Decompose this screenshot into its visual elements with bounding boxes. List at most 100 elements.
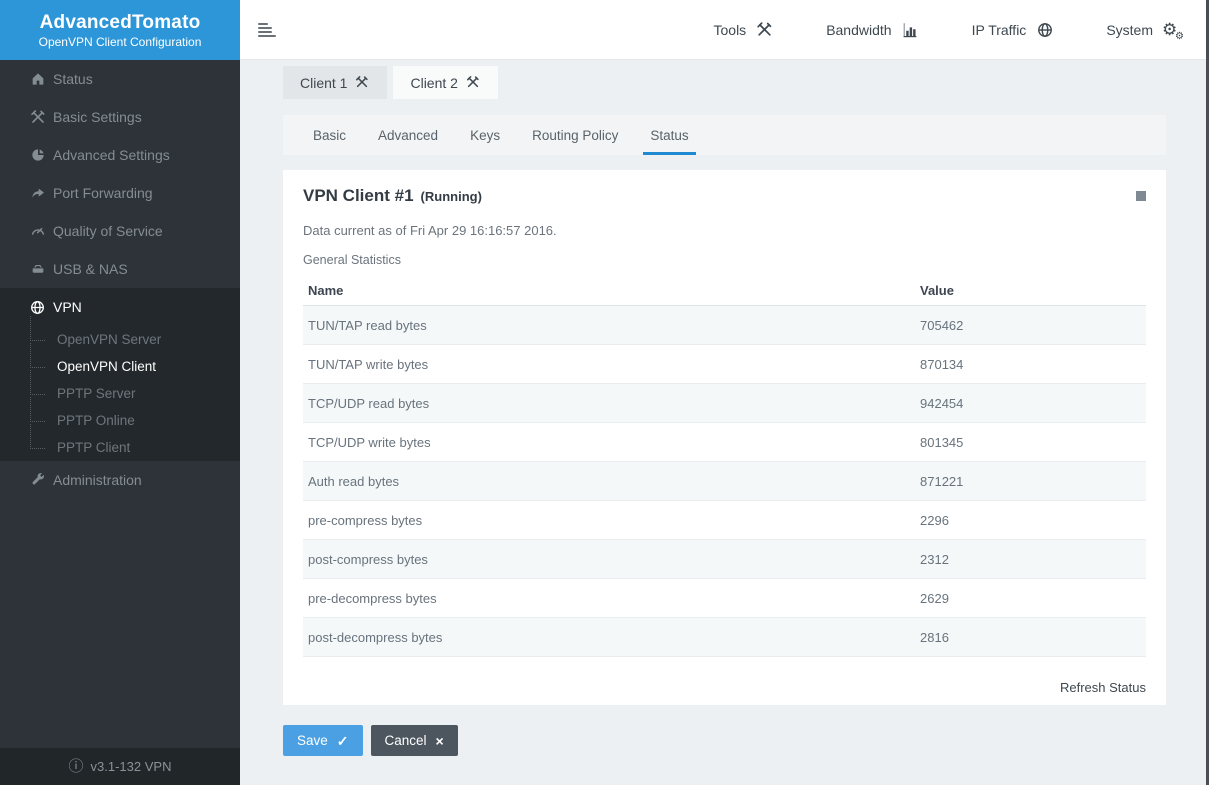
sidebar-item-label: Administration <box>53 472 142 488</box>
subtab-label: Routing Policy <box>532 128 618 143</box>
save-button[interactable]: Save ✓ <box>283 725 363 756</box>
sidebar-item-port-forwarding[interactable]: Port Forwarding <box>0 174 240 212</box>
tab-status[interactable]: Status <box>634 115 704 155</box>
topbar-item-bandwidth[interactable]: Bandwidth <box>826 20 919 39</box>
topbar-menu: Tools Bandwidth IP Traffic <box>714 20 1209 39</box>
sidebar-item-usb-nas[interactable]: USB & NAS <box>0 250 240 288</box>
sidebar-item-label: Quality of Service <box>53 223 163 239</box>
tab-label: Client 1 <box>300 75 347 91</box>
table-row: pre-compress bytes 2296 <box>303 501 1146 540</box>
stat-name: pre-compress bytes <box>308 513 920 528</box>
sidebar-item-advanced-settings[interactable]: Advanced Settings <box>0 136 240 174</box>
brand-title: AdvancedTomato <box>0 12 240 34</box>
hard-drive-icon <box>29 261 46 278</box>
cancel-button[interactable]: Cancel × <box>371 725 458 756</box>
tab-client-1[interactable]: Client 1 <box>283 66 387 99</box>
globe-icon <box>29 299 46 316</box>
sidebar-subitem-label: OpenVPN Client <box>57 359 156 374</box>
stat-value: 2629 <box>920 591 1141 606</box>
forward-arrow-icon <box>29 185 46 202</box>
topbar-item-tools[interactable]: Tools <box>714 20 775 39</box>
sidebar-spacer <box>0 499 240 748</box>
column-header-name: Name <box>308 283 920 298</box>
tab-basic[interactable]: Basic <box>297 115 362 155</box>
main-area: Tools Bandwidth IP Traffic <box>240 0 1209 785</box>
vpn-status-card: VPN Client #1 (Running) Data current as … <box>283 170 1166 705</box>
content: Client 1 Client 2 Basic Advanced Keys R <box>240 60 1209 785</box>
sidebar-subitem-label: PPTP Online <box>57 413 135 428</box>
tools-icon <box>29 109 46 126</box>
action-buttons: Save ✓ Cancel × <box>283 725 1166 785</box>
globe-icon <box>1035 20 1054 39</box>
table-row: post-compress bytes 2312 <box>303 540 1146 579</box>
stat-name: TCP/UDP read bytes <box>308 396 920 411</box>
sidebar-item-label: USB & NAS <box>53 261 128 277</box>
tab-routing-policy[interactable]: Routing Policy <box>516 115 634 155</box>
cancel-button-label: Cancel <box>385 733 427 748</box>
stat-value: 2296 <box>920 513 1141 528</box>
stat-value: 801345 <box>920 435 1141 450</box>
topbar-item-label: IP Traffic <box>972 22 1027 38</box>
home-icon <box>29 71 46 88</box>
stat-value: 705462 <box>920 318 1141 333</box>
stat-name: post-compress bytes <box>308 552 920 567</box>
sidebar-subitem-pptp-client[interactable]: PPTP Client <box>0 434 240 461</box>
speedometer-icon <box>29 223 46 240</box>
stat-value: 871221 <box>920 474 1141 489</box>
sidebar-vpn-group: VPN OpenVPN Server OpenVPN Client PPTP S… <box>0 288 240 461</box>
running-status: (Running) <box>421 186 482 204</box>
table-row: TUN/TAP write bytes 870134 <box>303 345 1146 384</box>
app-window: AdvancedTomato OpenVPN Client Configurat… <box>0 0 1209 785</box>
sidebar-item-label: Basic Settings <box>53 109 142 125</box>
firmware-version: v3.1-132 VPN <box>91 759 172 774</box>
subtab-label: Advanced <box>378 128 438 143</box>
subtab-bar: Basic Advanced Keys Routing Policy Statu… <box>283 115 1166 155</box>
topbar: Tools Bandwidth IP Traffic <box>240 0 1209 60</box>
sidebar-item-status[interactable]: Status <box>0 60 240 98</box>
bar-chart-icon <box>901 20 920 39</box>
column-header-value: Value <box>920 283 1141 298</box>
stop-square-icon[interactable] <box>1136 191 1146 201</box>
section-label: General Statistics <box>303 253 1146 267</box>
table-row: TCP/UDP write bytes 801345 <box>303 423 1146 462</box>
topbar-item-ip-traffic[interactable]: IP Traffic <box>972 20 1055 39</box>
refresh-status-link[interactable]: Refresh Status <box>1060 680 1146 695</box>
topbar-item-label: Bandwidth <box>826 22 891 38</box>
pie-icon <box>29 147 46 164</box>
subtab-label: Basic <box>313 128 346 143</box>
stat-name: pre-decompress bytes <box>308 591 920 606</box>
stat-name: TUN/TAP read bytes <box>308 318 920 333</box>
sidebar-item-administration[interactable]: Administration <box>0 461 240 499</box>
sidebar-item-label: Status <box>53 71 93 87</box>
brand-subtitle: OpenVPN Client Configuration <box>0 35 240 49</box>
data-current-text: Data current as of Fri Apr 29 16:16:57 2… <box>303 223 1146 238</box>
subtab-label: Keys <box>470 128 500 143</box>
tab-client-2[interactable]: Client 2 <box>393 66 497 99</box>
topbar-item-system[interactable]: System ⚙⚙ <box>1106 20 1181 39</box>
menu-lines-icon[interactable] <box>252 17 282 43</box>
sidebar-item-basic-settings[interactable]: Basic Settings <box>0 98 240 136</box>
topbar-item-label: Tools <box>714 22 747 38</box>
sidebar-subitem-label: OpenVPN Server <box>57 332 161 347</box>
stat-value: 2312 <box>920 552 1141 567</box>
info-circle-icon: ⓘ <box>69 759 84 774</box>
stat-name: TUN/TAP write bytes <box>308 357 920 372</box>
save-button-label: Save <box>297 733 328 748</box>
gears-icon: ⚙⚙ <box>1162 20 1181 39</box>
sidebar-footer: ⓘ v3.1-132 VPN <box>0 748 240 785</box>
table-row: post-decompress bytes 2816 <box>303 618 1146 657</box>
topbar-item-label: System <box>1106 22 1153 38</box>
sidebar-item-quality-of-service[interactable]: Quality of Service <box>0 212 240 250</box>
card-title: VPN Client #1 <box>303 186 414 206</box>
tab-keys[interactable]: Keys <box>454 115 516 155</box>
stat-name: TCP/UDP write bytes <box>308 435 920 450</box>
brand-header: AdvancedTomato OpenVPN Client Configurat… <box>0 0 240 60</box>
check-icon: ✓ <box>337 734 349 748</box>
tab-label: Client 2 <box>410 75 457 91</box>
client-tabs: Client 1 Client 2 <box>283 66 1166 99</box>
table-row: pre-decompress bytes 2629 <box>303 579 1146 618</box>
sidebar-item-label: VPN <box>53 299 82 315</box>
stat-value: 942454 <box>920 396 1141 411</box>
tools-icon <box>755 20 774 39</box>
tab-advanced[interactable]: Advanced <box>362 115 454 155</box>
